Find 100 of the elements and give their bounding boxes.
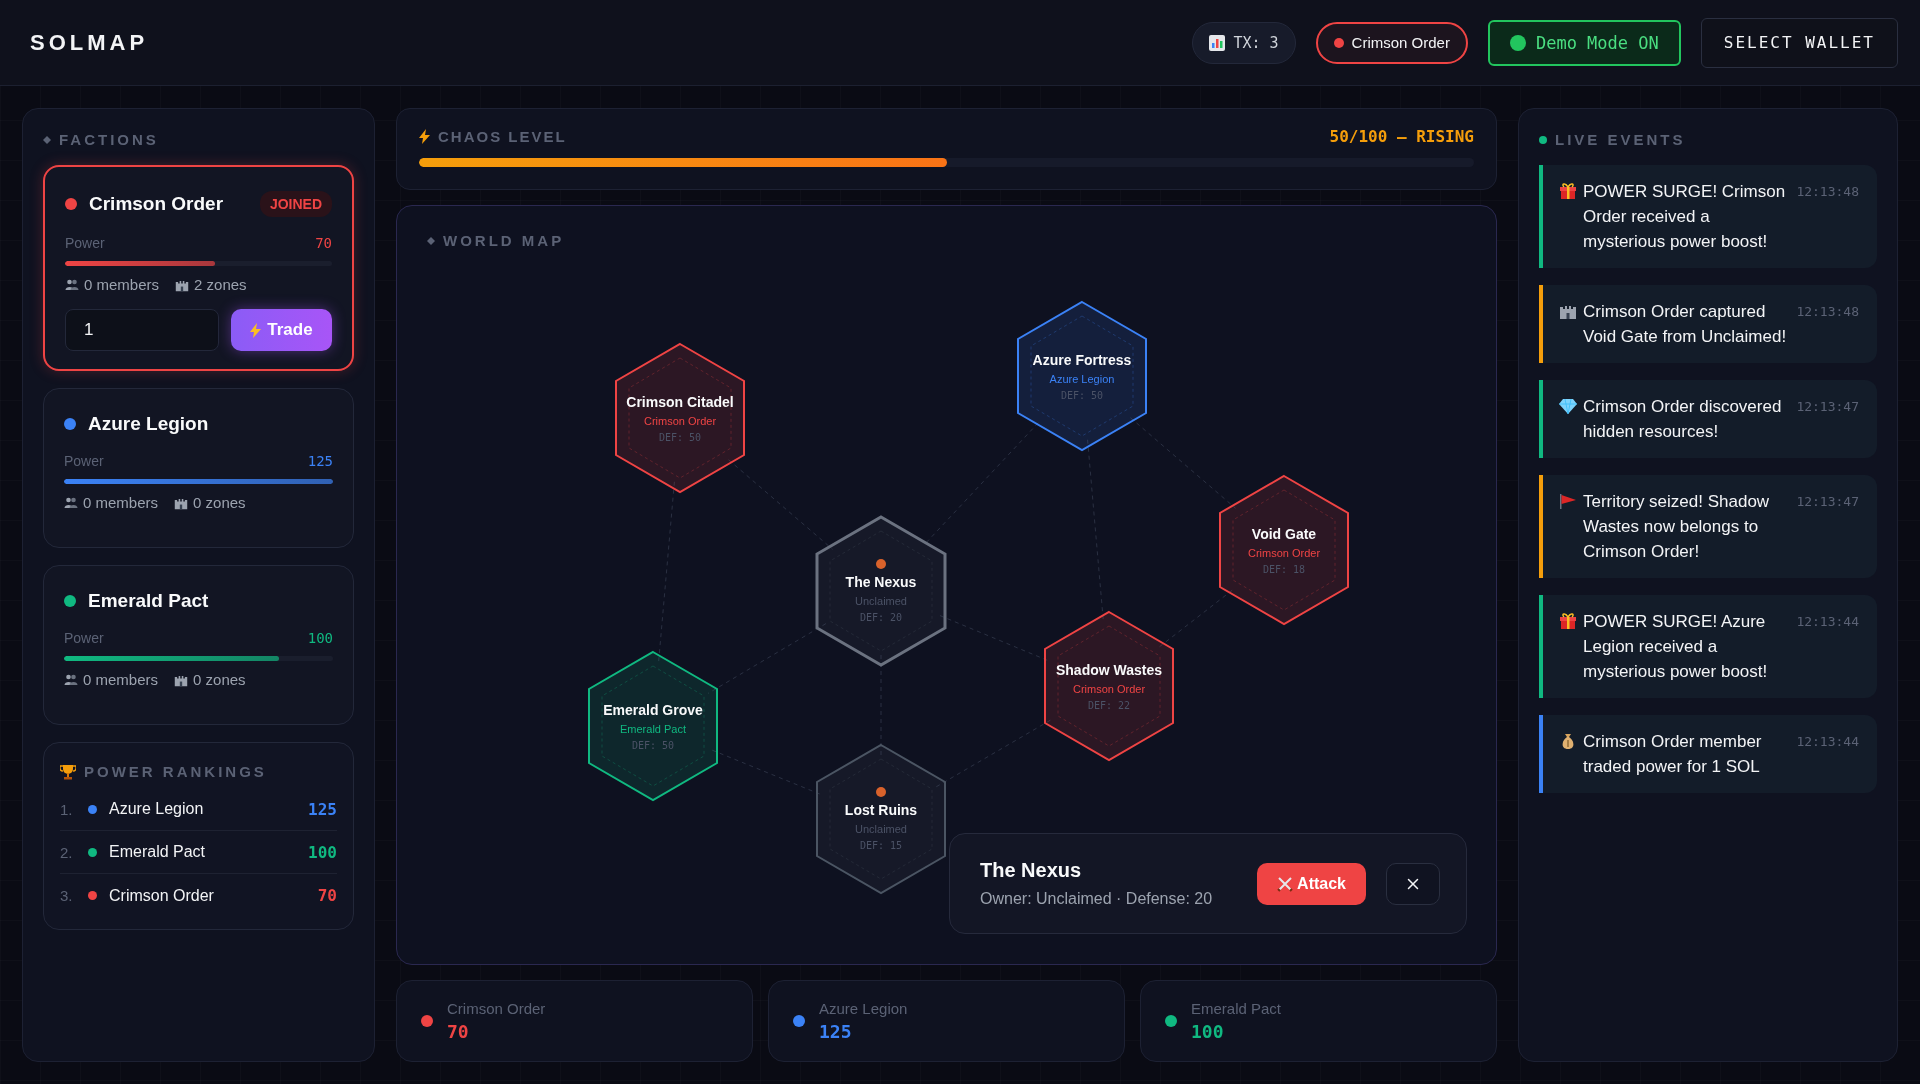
lightning-icon [419,129,430,144]
territory-tile[interactable]: Crimson Citadel Crimson Order DEF: 50 [614,342,746,494]
territory-defense: DEF: 15 [859,840,903,851]
faction-card[interactable]: Azure Legion Power 125 0 members 0 zones [43,388,354,548]
rank-number: 1. [60,800,74,818]
event-time: 12:13:44 [1796,734,1859,749]
territory-owner: Crimson Order [1247,546,1321,559]
faction-name: Emerald Pact [88,590,209,612]
close-button[interactable] [1386,862,1440,905]
faction-name: Azure Legion [819,1000,908,1017]
people-icon [65,278,79,291]
diamond-icon [427,236,435,245]
faction-power: 125 [819,1021,853,1042]
section-title: LIVE EVENTS [1555,131,1686,148]
event-time: 12:13:47 [1796,399,1859,414]
ranking-name: Crimson Order [109,886,214,905]
section-title: WORLD MAP [443,232,565,249]
current-faction-name: Crimson Order [1351,34,1450,51]
event-text: Crimson Order captured Void Gate from Unclaimed! [1583,301,1787,348]
territory-defense: DEF: 18 [1262,563,1306,575]
flag-icon [1559,492,1577,510]
faction-name: Crimson Order [89,193,224,215]
ranking-power: 125 [308,799,337,819]
territory-owner: Crimson Order [1072,682,1146,695]
ranking-name: Emerald Pact [109,843,206,861]
faction-card[interactable]: Crimson Order JOINED Power 70 0 members 2 zones 1 Trade [43,165,354,371]
zone-count: 2 zones [194,276,247,293]
ranking-power: 100 [308,842,337,862]
territory-tile[interactable]: Shadow Wastes Crimson Order DEF: 22 [1043,610,1175,762]
faction-name: Azure Legion [88,413,209,435]
faction-power: 100 [1191,1021,1225,1042]
territory-info-details: Owner: Unclaimed · Defense: 20 [980,890,1213,908]
territory-owner: Unclaimed [855,823,907,835]
event-text: POWER SURGE! Azure Legion received a mysterious power boost! [1583,611,1769,683]
diamond-icon [43,135,51,144]
gift-icon [1559,182,1577,200]
rank-number: 3. [60,887,74,904]
power-value: 100 [307,630,333,646]
event-time: 12:13:44 [1796,614,1859,629]
trophy-icon [60,763,76,780]
territory-owner: Crimson Order [643,414,717,427]
demo-mode-toggle[interactable]: Demo Mode ON [1487,19,1681,66]
territory-name: Shadow Wastes [1055,661,1163,678]
bar-chart-icon [1209,34,1226,51]
faction-name: Crimson Order [447,1000,546,1017]
territory-tile[interactable]: Void Gate Crimson Order DEF: 18 [1218,474,1350,626]
territory-defense: DEF: 50 [658,431,702,443]
event-time: 12:13:48 [1796,304,1859,319]
power-value: 70 [315,235,332,251]
territory-name: Azure Fortress [1032,351,1132,368]
swords-icon [1277,875,1294,892]
territory-owner: Emerald Pact [620,722,686,735]
select-wallet-button[interactable]: SELECT WALLET [1700,17,1898,68]
member-count: 0 members [83,671,159,688]
gift-icon [1559,612,1577,630]
territory-defense: DEF: 20 [859,612,903,623]
transaction-count: TX: 3 [1233,33,1279,52]
power-label: Power [65,235,105,251]
territory-owner: Azure Legion [1049,372,1115,385]
event-time: 12:13:47 [1796,494,1859,509]
faction-power: 70 [447,1021,470,1042]
faction-name: Emerald Pact [1191,1000,1282,1017]
event-text: POWER SURGE! Crimson Order received a mysterious power boost! [1583,181,1787,253]
people-icon [64,673,78,686]
event-text: Crimson Order discovered hidden resources! [1583,396,1783,443]
territory-name: The Nexus [845,574,917,590]
trade-amount-field[interactable]: 1 [65,309,219,351]
territory-name: Void Gate [1251,525,1317,542]
ranking-power: 70 [317,886,337,905]
territory-name: Emerald Grove [603,701,703,718]
gem-icon [1559,397,1577,415]
faction-card[interactable]: Emerald Pact Power 100 0 members 0 zones [43,565,354,725]
territory-name: Lost Ruins [844,802,918,818]
attack-button[interactable]: Attack [1257,862,1366,905]
territory-tile[interactable]: The Nexus Unclaimed DEF: 20 [815,515,947,667]
event-text: Crimson Order member traded power for 1 SOL [1583,731,1763,778]
member-count: 0 members [83,494,159,511]
people-icon [64,496,78,509]
event-time: 12:13:48 [1796,184,1859,199]
ranking-name: Azure Legion [109,800,204,818]
territory-owner: Unclaimed [855,595,907,607]
chaos-reading: 50/100 — RISING [1329,127,1474,146]
trade-button[interactable]: Trade [231,309,332,351]
member-count: 0 members [84,276,160,293]
power-label: Power [64,630,104,646]
section-title: CHAOS LEVEL [438,128,567,145]
zone-count: 0 zones [193,494,246,511]
app-logo: SOLMAP [30,29,149,56]
territory-info-title: The Nexus [980,859,1083,882]
territory-defense: DEF: 50 [631,739,675,751]
territory-tile[interactable]: Lost Ruins Unclaimed DEF: 15 [815,743,947,895]
territory-name: Crimson Citadel [626,393,734,410]
joined-badge: JOINED [259,191,332,217]
rank-number: 2. [60,843,74,861]
section-title: POWER RANKINGS [84,763,267,780]
lightning-icon [250,322,262,338]
zone-count: 0 zones [193,671,246,688]
territory-defense: DEF: 22 [1087,699,1131,711]
territory-tile[interactable]: Emerald Grove Emerald Pact DEF: 50 [587,650,719,802]
power-label: Power [64,453,104,469]
